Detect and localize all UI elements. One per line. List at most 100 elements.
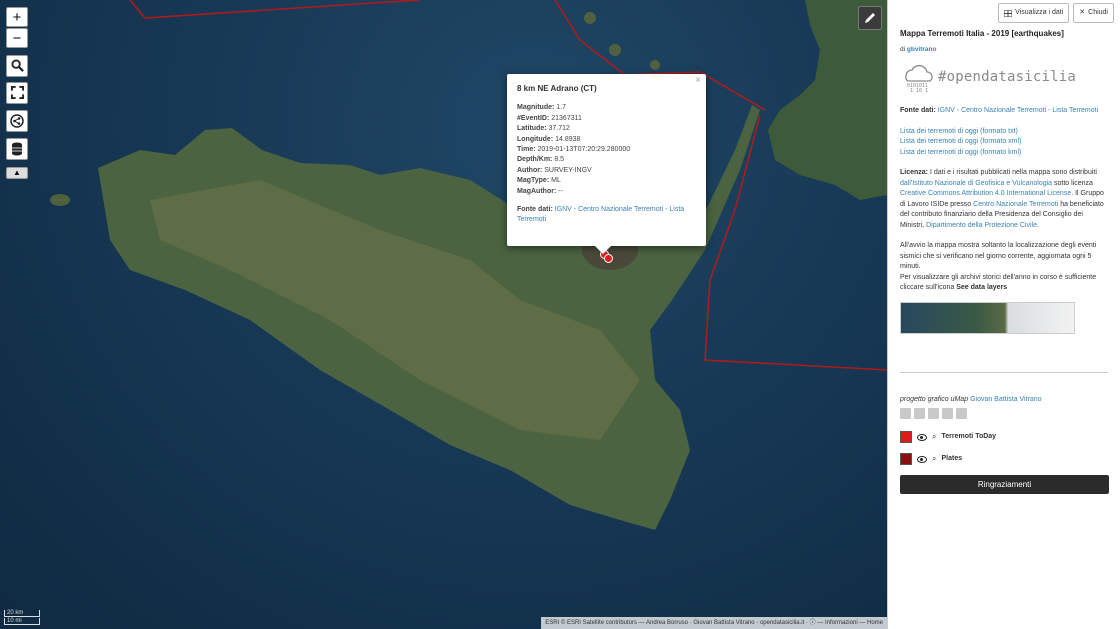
twitter-icon[interactable]: [914, 408, 925, 419]
layer-color-swatch: [900, 453, 912, 465]
edit-map-button[interactable]: [858, 6, 882, 30]
popup-field-label: MagType:: [517, 177, 550, 185]
zoom-to-layer-icon[interactable]: ⌕: [932, 454, 936, 465]
popup-field-row: Longitude: 14.8938: [517, 135, 696, 145]
cloud-data-icon: 0101011 1 10 1: [905, 64, 933, 92]
popup-field-value: 14.8938: [555, 135, 581, 143]
layer-name: Terremoti ToDay: [941, 432, 997, 440]
cnt-link[interactable]: Centro Nazionale Terremoti: [973, 201, 1058, 208]
popup-field-value: 37.712: [548, 125, 570, 133]
list-link-kml[interactable]: Lista dei terremoti di oggi (formato kml…: [900, 149, 1021, 156]
popup-title: 8 km NE Adrano (CT): [517, 84, 597, 93]
zoom-in-button[interactable]: +: [6, 7, 28, 27]
scale-km: 20 km: [4, 610, 40, 617]
share-icon: [10, 114, 24, 128]
youtube-icon[interactable]: [942, 408, 953, 419]
earthquake-marker[interactable]: [604, 254, 613, 263]
list-link-xml[interactable]: Lista dei terremoti di oggi (formato xml…: [900, 138, 1021, 145]
sidebar-toolbar: Visualizza i dati ✕ Chiudi: [998, 3, 1114, 23]
view-data-button[interactable]: Visualizza i dati: [998, 3, 1070, 23]
author-link[interactable]: gbvitrano: [907, 46, 937, 53]
close-label: Chiudi: [1088, 8, 1108, 16]
zoom-out-button[interactable]: −: [6, 28, 28, 48]
popup-field-value: ML: [551, 177, 561, 185]
social-icons: [900, 408, 967, 419]
intro-text: All'avvio la mappa mostra soltanto la lo…: [900, 242, 1097, 270]
fullscreen-icon: [10, 86, 24, 99]
popup-field-row: Latitude: 37.712: [517, 124, 696, 134]
protezione-civile-link[interactable]: Dipartimento della Protezione Civile: [926, 222, 1037, 229]
pencil-icon: [865, 13, 875, 23]
layer-plates[interactable]: ⌕ Plates: [900, 453, 962, 465]
island: [50, 194, 70, 206]
svg-text:1 10 1: 1 10 1: [910, 88, 928, 92]
eye-icon[interactable]: [917, 455, 927, 463]
opendatasicilia-logo: 0101011 1 10 1 #opendatasicilia: [900, 62, 1076, 92]
popup-field-row: Magnitude: 1.7: [517, 103, 696, 113]
sidebar-panel: Visualizza i dati ✕ Chiudi Mappa Terremo…: [887, 0, 1120, 629]
layer-name: Plates: [941, 454, 963, 462]
popup-close-button[interactable]: ×: [695, 75, 701, 86]
fonte-label: Fonte dati:: [900, 107, 936, 114]
popup-field-label: Time:: [517, 146, 536, 154]
map-author: di gbvitrano: [900, 45, 937, 56]
divider: [900, 372, 1108, 373]
popup-field-value: --: [558, 187, 563, 195]
popup-field-row: Author: SURVEY-INGV: [517, 166, 696, 176]
island: [584, 12, 596, 24]
view-data-label: Visualizza i dati: [1015, 8, 1064, 16]
licence-text: I dati e i risultati pubblicati nella ma…: [929, 169, 1097, 176]
facebook-icon[interactable]: [956, 408, 967, 419]
list-link-txt[interactable]: Lista dei terremoti di oggi (formato txt…: [900, 128, 1018, 135]
licence-paragraph: Licenza: I dati e i risultati pubblicati…: [900, 169, 1104, 229]
layer-color-swatch: [900, 431, 912, 443]
database-icon: [12, 142, 22, 156]
fullscreen-button[interactable]: [6, 82, 28, 104]
popup-field-label: Longitude:: [517, 135, 554, 143]
earthquake-popup: × 8 km NE Adrano (CT) Magnitude: 1.7 #Eve…: [507, 74, 706, 254]
home-icon[interactable]: [900, 408, 911, 419]
popup-field-label: MagAuthor:: [517, 187, 557, 195]
search-button[interactable]: [6, 55, 28, 77]
see-data-layers-text: See data layers: [956, 284, 1008, 291]
popup-field-value: 21367311: [551, 114, 582, 122]
island: [650, 60, 660, 70]
popup-field-label: Magnitude:: [517, 104, 555, 112]
email-icon[interactable]: [928, 408, 939, 419]
popup-field-label: #EventID:: [517, 114, 550, 122]
popup-field-row: MagAuthor: --: [517, 187, 696, 197]
popup-fields: Magnitude: 1.7 #EventID: 21367311 Latitude…: [517, 103, 696, 197]
eye-icon[interactable]: [917, 433, 927, 441]
fonte-link[interactable]: IGNV - Centro Nazionale Terremoti - List…: [938, 107, 1098, 114]
popup-field-value: 1.7: [556, 104, 567, 112]
island: [609, 44, 621, 56]
map-scale: 20 km 10 mi: [4, 609, 40, 625]
layer-terremoti-today[interactable]: ⌕ Terremoti ToDay: [900, 431, 996, 443]
popup-field-value: 2019-01-13T07:20:29.280000: [537, 146, 631, 154]
intro-paragraph: All'avvio la mappa mostra soltanto la lo…: [900, 241, 1108, 294]
credit-link[interactable]: Giovan Battista Vitrano: [970, 396, 1041, 403]
thanks-button[interactable]: Ringraziamenti: [900, 475, 1109, 494]
sidebar-description: Fonte dati: IGNV - Centro Nazionale Terr…: [900, 106, 1108, 334]
satellite-basemap: [50, 0, 887, 530]
ingv-link[interactable]: dall'Istituto Nazionale di Geofisica e V…: [900, 180, 1052, 187]
zoom-to-layer-icon[interactable]: ⌕: [932, 432, 936, 443]
popup-field-label: Author:: [517, 166, 543, 174]
map-view[interactable]: + − ▲ × 8 km NE Adrano (CT) Magnitude: 1…: [0, 0, 887, 629]
source-label: Fonte dati:: [517, 206, 553, 214]
close-sidebar-button[interactable]: ✕ Chiudi: [1073, 3, 1114, 23]
licence-text: sotto licenza: [1054, 179, 1093, 187]
popup-field-label: Depth/Km:: [517, 156, 553, 164]
map-attribution: ESRI © ESRI Satellite contributors — And…: [541, 617, 887, 629]
licence-label: Licenza:: [900, 169, 929, 176]
popup-field-label: Latitude:: [517, 125, 547, 133]
author-prefix: di: [900, 46, 906, 53]
collapse-controls-button[interactable]: ▲: [6, 167, 28, 179]
cc-licence-link[interactable]: Creative Commons Attribution 4.0 Interna…: [900, 190, 1071, 197]
preview-thumbnail[interactable]: [900, 301, 1075, 334]
share-button[interactable]: [6, 110, 28, 132]
calabria-land: [768, 0, 887, 200]
project-credit: progetto grafico uMap Giovan Battista Vi…: [900, 395, 1042, 406]
popup-source: Fonte dati: IGNV - Centro Nazionale Terr…: [517, 205, 696, 226]
data-layers-button[interactable]: [6, 138, 28, 160]
